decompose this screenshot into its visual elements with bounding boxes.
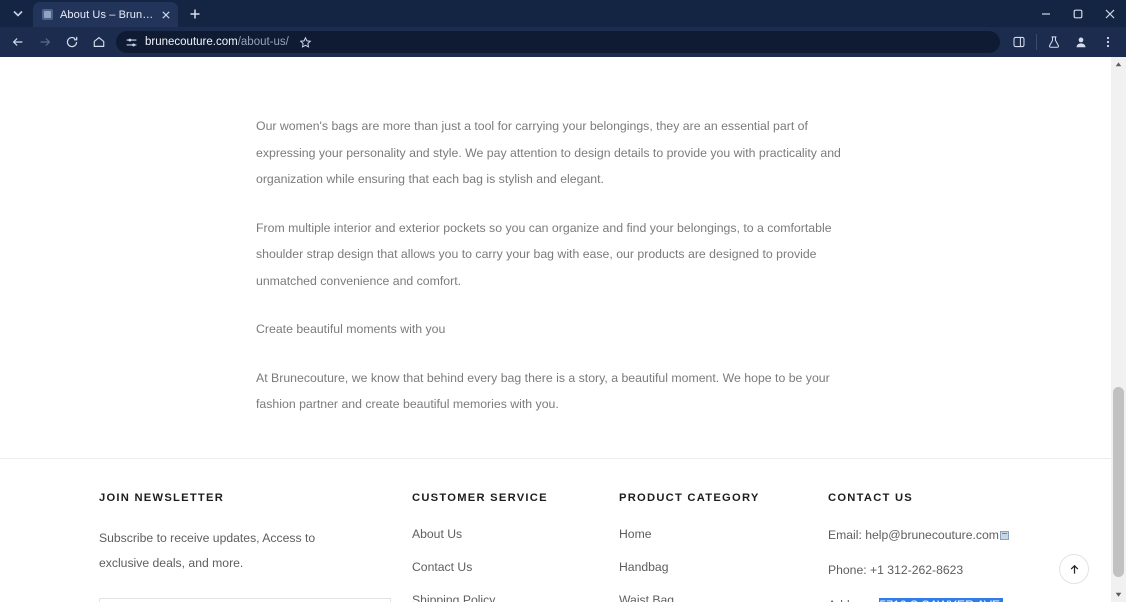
contact-email-label: Email: (828, 527, 866, 542)
footer-column-contact: CONTACT US Email: help@brunecouture.com … (828, 492, 1058, 602)
tune-icon[interactable] (124, 35, 138, 49)
close-window-icon[interactable] (1094, 0, 1126, 27)
footer-link-about-us[interactable]: About Us (412, 526, 619, 542)
page-viewport: Our women's bags are more than just a to… (0, 57, 1126, 602)
contact-phone-row: Phone: +1 312-262-8623 (828, 561, 1058, 579)
footer-column-newsletter: JOIN NEWSLETTER Subscribe to receive upd… (99, 492, 412, 602)
contact-address-row: Address: 5710 S SAWYER AVE,CHICAGO, IL 6… (828, 596, 1058, 602)
about-us-article: Our women's bags are more than just a to… (0, 57, 1111, 418)
tab-title: About Us – Brunecouture (60, 8, 154, 21)
selected-address-line-1: 5710 S SAWYER AVE, (879, 597, 1004, 602)
star-icon[interactable] (296, 32, 316, 52)
contact-email-row: Email: help@brunecouture.com (828, 526, 1058, 544)
footer-link-home[interactable]: Home (619, 526, 828, 542)
article-paragraph: From multiple interior and exterior pock… (256, 220, 832, 288)
scroll-down-icon[interactable] (1111, 587, 1126, 602)
address-bar-text: brunecouture.com/about-us/ (145, 36, 289, 48)
address-bar[interactable]: brunecouture.com/about-us/ (116, 31, 1000, 53)
footer-column-customer-service: CUSTOMER SERVICE About Us Contact Us Shi… (412, 492, 619, 602)
split-screen-icon[interactable] (1006, 30, 1032, 54)
contact-phone-label: Phone: (828, 562, 871, 577)
footer-column-product-category: PRODUCT CATEGORY Home Handbag Waist Bag … (619, 492, 828, 602)
customer-service-heading: CUSTOMER SERVICE (412, 491, 548, 504)
address-domain: brunecouture.com (145, 36, 238, 48)
reload-icon[interactable] (59, 30, 85, 54)
more-menu-icon[interactable] (1095, 30, 1121, 54)
forward-icon[interactable] (32, 30, 58, 54)
toolbar-divider (1036, 34, 1037, 50)
profile-icon[interactable] (1068, 30, 1094, 54)
newsletter-description: Subscribe to receive updates, Access to … (99, 530, 316, 570)
article-paragraph: Our women's bags are more than just a to… (256, 119, 841, 186)
address-path: /about-us/ (237, 36, 289, 48)
contact-heading: CONTACT US (828, 491, 914, 504)
scrollbar-thumb[interactable] (1113, 387, 1124, 577)
new-tab-button[interactable] (182, 2, 208, 26)
mail-icon (999, 530, 1009, 540)
footer-link-contact-us[interactable]: Contact Us (412, 559, 619, 575)
footer-link-shipping-policy[interactable]: Shipping Policy (412, 592, 619, 602)
maximize-icon[interactable] (1062, 0, 1094, 27)
window-controls (1030, 0, 1126, 27)
contact-phone-value[interactable]: +1 312-262-8623 (870, 563, 963, 577)
close-icon[interactable] (161, 7, 172, 22)
article-paragraph: Create beautiful moments with you (256, 322, 446, 336)
browser-toolbar: brunecouture.com/about-us/ (0, 27, 1126, 57)
footer-link-waist-bag[interactable]: Waist Bag (619, 592, 828, 602)
labs-flask-icon[interactable] (1041, 30, 1067, 54)
home-icon[interactable] (86, 30, 112, 54)
site-footer: JOIN NEWSLETTER Subscribe to receive upd… (0, 459, 1111, 602)
newsletter-heading: JOIN NEWSLETTER (99, 491, 225, 504)
article-paragraph: At Brunecouture, we know that behind eve… (256, 370, 830, 412)
footer-link-handbag[interactable]: Handbag (619, 559, 828, 575)
scroll-up-icon[interactable] (1111, 57, 1126, 72)
page-scrollbar[interactable] (1111, 57, 1126, 602)
browser-tab[interactable]: About Us – Brunecouture (33, 2, 178, 27)
minimize-icon[interactable] (1030, 0, 1062, 27)
browser-window: About Us – Brunecouture (0, 0, 1126, 602)
tab-strip: About Us – Brunecouture (0, 0, 1126, 27)
page-content: Our women's bags are more than just a to… (0, 57, 1111, 602)
email-input[interactable] (99, 597, 391, 602)
page-icon (42, 9, 53, 20)
back-icon[interactable] (5, 30, 31, 54)
tab-search-button[interactable] (4, 1, 32, 25)
footer-columns: JOIN NEWSLETTER Subscribe to receive upd… (0, 492, 1111, 602)
contact-address-label: Address: (828, 598, 879, 602)
back-to-top-button[interactable] (1059, 554, 1089, 584)
newsletter-form: Subscribe (99, 597, 391, 602)
contact-email-value[interactable]: help@brunecouture.com (865, 528, 999, 542)
product-category-heading: PRODUCT CATEGORY (619, 491, 760, 504)
